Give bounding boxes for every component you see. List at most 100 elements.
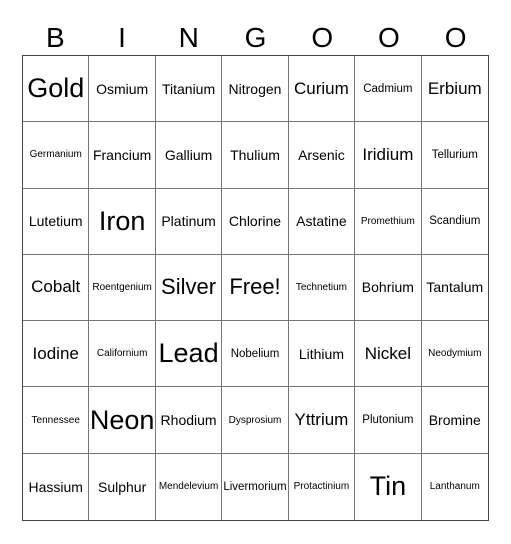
cell-label: Neodymium (428, 348, 482, 360)
bingo-cell[interactable]: Astatine (288, 188, 356, 255)
bingo-cell[interactable]: Gold (23, 56, 90, 123)
cell-label: Gold (27, 73, 85, 104)
bingo-cell[interactable]: Iridium (355, 122, 422, 189)
bingo-cell[interactable]: Lanthanum (422, 454, 488, 520)
cell-label: Astatine (296, 213, 347, 230)
bingo-cell[interactable]: Nobelium (222, 321, 289, 388)
bingo-cell[interactable]: Hassium (23, 453, 90, 520)
cell-label: Chlorine (228, 213, 282, 230)
bingo-cell[interactable]: Platinum (155, 188, 223, 255)
cell-label: Gallium (164, 146, 213, 163)
bingo-cell[interactable]: Yttrium (288, 387, 356, 454)
bingo-cell[interactable]: Sulphur (89, 453, 156, 520)
cell-label: Iridium (362, 144, 414, 164)
header-letter: O (311, 22, 334, 53)
bingo-cell[interactable]: Plutonium (355, 387, 422, 454)
cell-label: Nitrogen (228, 80, 282, 97)
bingo-header: BINGOOO (22, 20, 489, 56)
bingo-cell[interactable]: Arsenic (288, 122, 356, 189)
header-letter: G (244, 22, 267, 53)
bingo-cell[interactable]: Thulium (222, 122, 289, 189)
header-letter: O (444, 22, 467, 53)
bingo-cell[interactable]: Germanium (23, 122, 90, 189)
cell-label: Scandium (429, 215, 481, 228)
cell-label: Plutonium (362, 414, 414, 427)
header-letter: O (378, 22, 400, 53)
bingo-cell[interactable]: Livermorium (222, 453, 289, 520)
bingo-cell[interactable]: Chlorine (222, 188, 289, 255)
cell-label: Iron (98, 205, 146, 236)
bingo-cell[interactable]: Lead (155, 321, 223, 388)
bingo-cell[interactable]: Nickel (355, 321, 422, 388)
cell-label: Titanium (161, 80, 216, 97)
cell-label: Arsenic (298, 146, 345, 163)
cell-label: Tantalum (426, 279, 484, 296)
cell-label: Dysprosium (228, 414, 282, 426)
bingo-cell[interactable]: Mendelevium (156, 453, 223, 520)
bingo-cell[interactable]: Tellurium (421, 122, 488, 189)
free-space-cell[interactable]: Free! (222, 254, 289, 322)
cell-label: Sulphur (98, 478, 147, 495)
cell-label: Nickel (364, 343, 411, 363)
bingo-cell[interactable]: Cadmium (355, 56, 422, 123)
bingo-cell[interactable]: Promethium (355, 188, 422, 255)
bingo-card-grid: Gold Osmium Titanium Nitrogen Curium Cadmium E… (22, 55, 489, 521)
cell-label: Livermorium (223, 480, 287, 493)
bingo-cell[interactable]: Silver (155, 254, 223, 322)
cell-label: Bromine (428, 412, 481, 429)
header-letter: I (118, 22, 126, 53)
cell-label: Mendelevium (158, 481, 219, 493)
cell-label: Hassium (28, 478, 83, 495)
bingo-cell[interactable]: Osmium (89, 56, 156, 123)
bingo-cell[interactable]: Titanium (155, 56, 223, 123)
bingo-cell[interactable]: Bohrium (355, 254, 422, 322)
bingo-cell[interactable]: Tennessee (23, 387, 90, 454)
cell-label: Tellurium (431, 148, 478, 161)
bingo-cell[interactable]: Technetium (288, 254, 356, 322)
cell-label: Lead (158, 338, 219, 369)
bingo-cell[interactable]: Neon (89, 387, 156, 454)
bingo-cell[interactable]: Roentgenium (89, 254, 156, 322)
header-letter: N (178, 22, 199, 53)
bingo-cell[interactable]: Nitrogen (222, 56, 289, 123)
bingo-cell[interactable]: Rhodium (155, 387, 223, 454)
cell-label: Iodine (32, 343, 79, 363)
cell-label: Neon (89, 404, 155, 435)
cell-label: Rhodium (160, 412, 217, 429)
cell-label: Californium (96, 348, 148, 360)
cell-label: Lithium (298, 345, 344, 362)
cell-label: Platinum (161, 213, 216, 230)
cell-label: Cobalt (31, 277, 81, 297)
cell-label: Lanthanum (429, 481, 480, 493)
bingo-cell[interactable]: Gallium (155, 122, 223, 189)
cell-label: Technetium (295, 281, 347, 293)
cell-label: Tin (369, 471, 407, 502)
cell-label: Tennessee (31, 414, 80, 426)
bingo-cell[interactable]: Californium (89, 321, 156, 388)
cell-label: Erbium (427, 78, 482, 98)
bingo-cell[interactable]: Scandium (421, 189, 488, 255)
cell-label: Bohrium (361, 279, 414, 296)
bingo-cell[interactable]: Neodymium (421, 321, 488, 388)
cell-label: Silver (161, 274, 217, 300)
bingo-cell[interactable]: Francium (89, 122, 156, 189)
cell-label: Osmium (96, 80, 149, 97)
bingo-cell[interactable]: Curium (288, 56, 356, 123)
bingo-cell[interactable]: Bromine (421, 387, 488, 454)
bingo-cell[interactable]: Erbium (421, 56, 488, 123)
bingo-cell[interactable]: Dysprosium (222, 387, 289, 454)
cell-label: Lutetium (28, 213, 83, 230)
cell-label: Free! (229, 274, 281, 300)
bingo-cell[interactable]: Lutetium (23, 188, 90, 255)
cell-label: Thulium (230, 146, 280, 163)
cell-label: Nobelium (230, 347, 280, 360)
cell-label: Curium (294, 78, 349, 98)
bingo-cell[interactable]: Cobalt (23, 254, 90, 322)
bingo-cell[interactable]: Protactinium (289, 453, 356, 520)
header-letter: B (46, 22, 65, 53)
bingo-cell[interactable]: Lithium (288, 321, 356, 388)
bingo-cell[interactable]: Iron (89, 188, 156, 255)
bingo-cell[interactable]: Tantalum (421, 255, 488, 322)
bingo-cell[interactable]: Iodine (23, 321, 90, 388)
bingo-cell[interactable]: Tin (355, 453, 422, 520)
